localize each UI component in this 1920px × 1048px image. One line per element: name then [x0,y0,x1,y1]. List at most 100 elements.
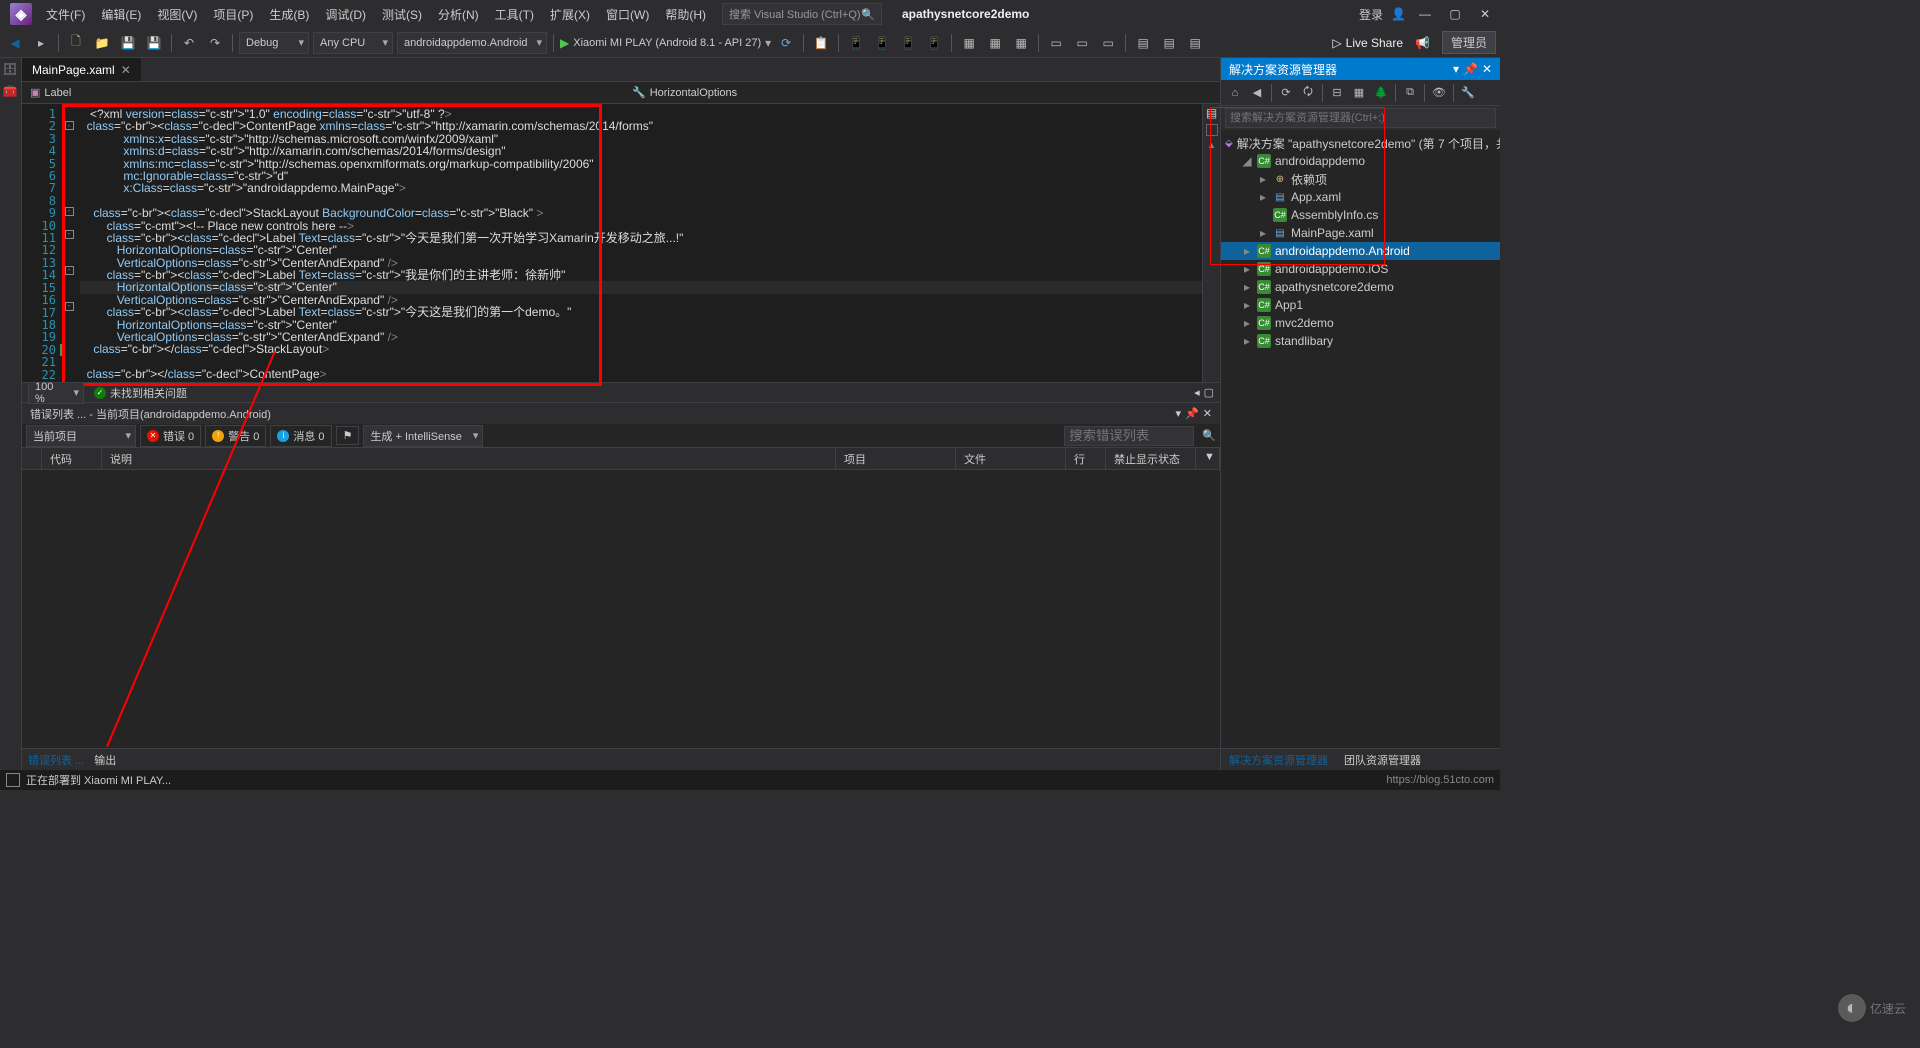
errorlist-search[interactable] [1064,426,1194,446]
panel-title[interactable]: 解决方案资源管理器 ▾📌✕ [1221,58,1500,80]
login-link[interactable]: 登录 [1359,6,1383,23]
tree-item[interactable]: ▸▤MainPage.xaml [1221,224,1500,242]
errorlist-header[interactable]: 错误列表 ... - 当前项目(androidappdemo.Android) … [22,402,1220,424]
tree-item[interactable]: ▸C#androidappdemo.Android [1221,242,1500,260]
dropdown-icon[interactable]: ▾ [1176,407,1182,420]
refresh-icon[interactable]: 🗘 [1298,83,1318,103]
tree-item[interactable]: ▸C#androidappdemo.iOS [1221,260,1500,278]
tb-icon-9[interactable]: ▭ [1045,32,1067,54]
tab-solution[interactable]: 解决方案资源管理器 [1221,750,1336,770]
search-input[interactable]: 搜索 Visual Studio (Ctrl+Q) 🔍 [722,3,882,25]
bc-property[interactable]: 🔧HorizontalOptions [632,86,1212,99]
tb-icon-7[interactable]: ▦ [984,32,1006,54]
col-project[interactable]: 项目 [836,448,956,469]
close-button[interactable]: ✕ [1474,7,1496,21]
tb-icon-3[interactable]: 📱 [871,32,893,54]
tree-item[interactable]: ▸C#standlibary [1221,332,1500,350]
live-share-button[interactable]: ▷ Live Share 📢 [1332,36,1430,50]
undo-button[interactable]: ↶ [178,32,200,54]
tree-item[interactable]: ▸C#App1 [1221,296,1500,314]
tree-item[interactable]: C#AssemblyInfo.cs [1221,206,1500,224]
tree-item[interactable]: ◢C#androidappdemo [1221,152,1500,170]
square-icon[interactable]: ▢ [1204,386,1214,399]
tb-icon-1[interactable]: 📋 [810,32,832,54]
tab-mainpage[interactable]: MainPage.xaml ✕ [22,58,141,81]
preview-icon[interactable]: 👁 [1429,83,1449,103]
tb-icon-6[interactable]: ▦ [958,32,980,54]
tree-item[interactable]: ▸C#mvc2demo [1221,314,1500,332]
col-file[interactable]: 文件 [956,448,1066,469]
tb-icon-2[interactable]: 📱 [845,32,867,54]
wrench-icon[interactable]: 🔧 [1458,83,1478,103]
close-icon[interactable]: ✕ [1482,62,1492,76]
fold-gutter[interactable]: ----- [62,104,76,382]
col-line[interactable]: 行 [1066,448,1106,469]
menu-item[interactable]: 视图(V) [149,2,205,27]
chevron-up-icon[interactable]: ▲ [1207,140,1216,150]
search-icon[interactable]: 🔍 [1202,429,1216,442]
menu-item[interactable]: 文件(F) [38,2,93,27]
intelli-dropdown[interactable]: 生成 + IntelliSense [363,425,483,447]
forward-button[interactable]: ▸ [30,32,52,54]
sync-icon[interactable]: ⟳ [1276,83,1296,103]
tree-item[interactable]: ▸C#apathysnetcore2demo [1221,278,1500,296]
clear-filter[interactable]: ⚑ [336,426,360,445]
close-icon[interactable]: ✕ [121,63,131,77]
split-icon[interactable]: ▤ [1206,106,1217,120]
platform-dropdown[interactable]: Any CPU [313,32,393,54]
save-all-button[interactable]: 💾 [143,32,165,54]
pin-icon[interactable]: 📌 [1185,407,1199,420]
tab-output[interactable]: 输出 [94,752,116,768]
menu-item[interactable]: 编辑(E) [93,2,149,27]
tree-icon[interactable]: 🌲 [1371,83,1391,103]
open-button[interactable]: 📁 [91,32,113,54]
col-desc[interactable]: 说明 [102,448,836,469]
solution-tree[interactable]: ⬙ 解决方案 "apathysnetcore2demo" (第 7 个项目，共 … [1221,130,1500,748]
solution-search-input[interactable] [1225,108,1496,128]
tb-icon-12[interactable]: ▤ [1132,32,1154,54]
home-icon[interactable]: ⌂ [1225,83,1245,103]
menu-item[interactable]: 扩展(X) [542,2,598,27]
filter-icon[interactable]: ▼ [1196,448,1220,469]
tb-icon-4[interactable]: 📱 [897,32,919,54]
zoom-dropdown[interactable]: 100 % [28,382,84,404]
startup-dropdown[interactable]: androidappdemo.Android [397,32,547,54]
tb-icon-11[interactable]: ▭ [1097,32,1119,54]
close-icon[interactable]: ✕ [1203,407,1212,420]
bc-element[interactable]: ▣Label [30,86,71,99]
props-icon[interactable]: ⧉ [1400,83,1420,103]
info-filter[interactable]: i消息 0 [270,425,331,447]
tab-team[interactable]: 团队资源管理器 [1336,750,1429,770]
tree-item[interactable]: ▸⊕依赖项 [1221,170,1500,188]
minimize-button[interactable]: — [1414,7,1436,21]
user-icon[interactable]: 👤 [1391,7,1406,21]
toolbox-icon[interactable]: 🧰 [3,84,19,100]
back-icon[interactable]: ◀ [1247,83,1267,103]
code-editor[interactable]: 1234567891011121314151617181920212223 --… [22,104,1220,382]
warning-filter[interactable]: !警告 0 [205,425,266,447]
tree-item[interactable]: ▸▤App.xaml [1221,188,1500,206]
tb-icon-14[interactable]: ▤ [1184,32,1206,54]
new-button[interactable]: 🗋 [65,32,87,54]
server-explorer-icon[interactable]: 🗄 [3,62,19,78]
menu-item[interactable]: 帮助(H) [657,2,714,27]
refresh-icon[interactable]: ⟳ [775,32,797,54]
showall-icon[interactable]: ▦ [1349,83,1369,103]
col-code[interactable]: 代码 [42,448,102,469]
menu-item[interactable]: 调试(D) [317,2,374,27]
tab-errorlist[interactable]: 错误列表 ... [28,752,84,768]
tb-icon-13[interactable]: ▤ [1158,32,1180,54]
error-filter[interactable]: ✕错误 0 [140,425,201,447]
menu-item[interactable]: 窗口(W) [598,2,657,27]
col-state[interactable]: 禁止显示状态 [1106,448,1196,469]
menu-item[interactable]: 分析(N) [430,2,487,27]
tree-root[interactable]: ⬙ 解决方案 "apathysnetcore2demo" (第 7 个项目，共 … [1221,134,1500,152]
save-button[interactable]: 💾 [117,32,139,54]
menu-item[interactable]: 生成(B) [261,2,317,27]
menu-item[interactable]: 工具(T) [487,2,542,27]
back-button[interactable]: ◀ [4,32,26,54]
tb-icon-8[interactable]: ▦ [1010,32,1032,54]
menu-item[interactable]: 项目(P) [205,2,261,27]
run-button[interactable]: ▶ Xiaomi MI PLAY (Android 8.1 - API 27) … [560,36,771,50]
map-icon[interactable] [1206,124,1218,136]
